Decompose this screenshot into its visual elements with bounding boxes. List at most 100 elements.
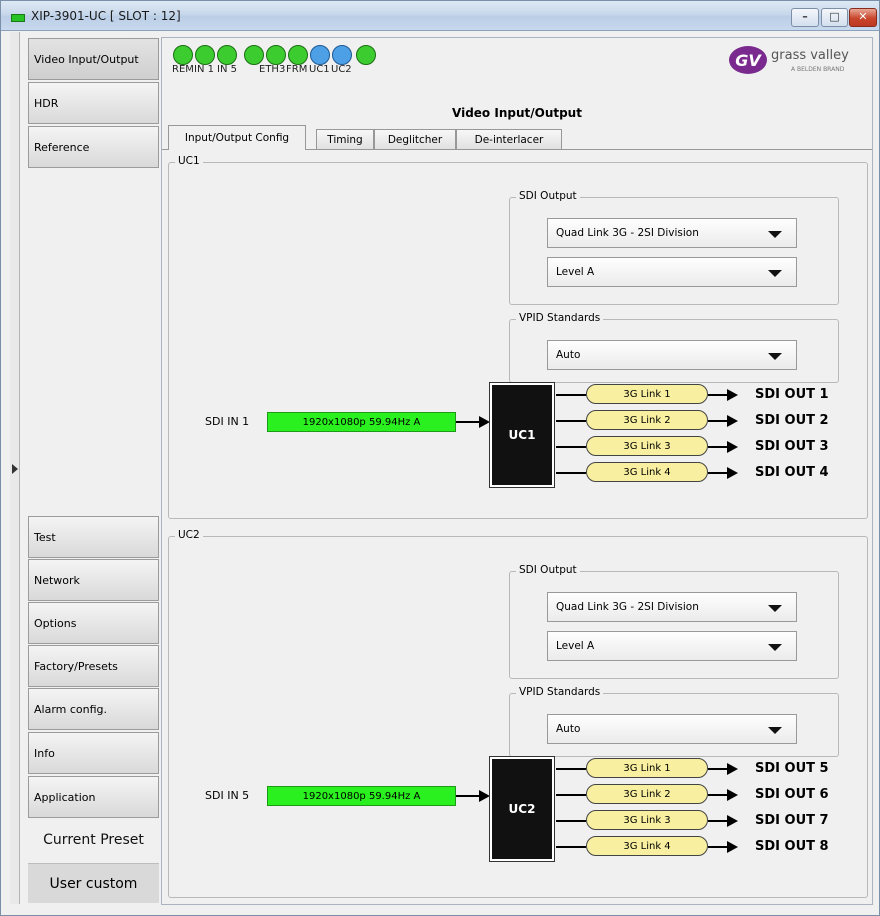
uc1-vpid-select[interactable]: Auto [547,340,797,370]
status-label-eth3: ETH3 [259,64,286,75]
sidebar-item-application[interactable]: Application [28,776,159,818]
uc1-sdi-output-select[interactable]: Quad Link 3G - 2SI Division [547,218,797,248]
arrow-right-icon [727,841,738,853]
arrow-right-icon [479,416,490,428]
app-icon [11,14,25,22]
select-value: Auto [556,349,581,361]
uc2-sdi-output-select[interactable]: Quad Link 3G - 2SI Division [547,592,797,622]
sidebar-item-alarm-config[interactable]: Alarm config. [28,688,159,730]
uc1-3g-link-2: 3G Link 2 [586,410,708,430]
maximize-icon: □ [829,10,840,23]
tab-label: Timing [327,133,363,146]
select-value: Level A [556,266,595,278]
uc1-3g-link-4: 3G Link 4 [586,462,708,482]
sidebar-item-test[interactable]: Test [28,516,159,558]
uc2-vpid-group: VPID Standards Auto [509,686,839,757]
status-label-in5: IN 5 [217,64,237,75]
link-connector [556,820,586,822]
chevron-down-icon [768,727,782,734]
uc2-3g-link-4: 3G Link 4 [586,836,708,856]
arrow-right-icon [727,441,738,453]
logo-subtext: A BELDEN BRAND [791,66,845,73]
eth3-status-icon[interactable] [266,45,286,65]
uc2-3g-link-3: 3G Link 3 [586,810,708,830]
arrow-right-icon [727,763,738,775]
link-connector [556,794,586,796]
sdi-out-7-label: SDI OUT 7 [755,813,829,828]
sidebar-item-label: Test [34,530,56,544]
sidebar-item-label: Video Input/Output [34,52,139,66]
status-label-in1: IN 1 [194,64,214,75]
arrow-right-icon [479,790,490,802]
status-label-frm: FRM [286,64,308,75]
current-preset-value: User custom [28,863,159,903]
sdi-out-1-label: SDI OUT 1 [755,387,829,402]
minimize-button[interactable]: – [791,8,819,27]
link-connector [708,768,728,770]
sidebar-item-hdr[interactable]: HDR [28,82,159,124]
uc2-vpid-select[interactable]: Auto [547,714,797,744]
tab-timing[interactable]: Timing [316,129,374,149]
plus-status-icon[interactable] [356,45,376,65]
uc1-block: UC1 [489,382,555,488]
arrow-right-icon [727,789,738,801]
link-connector [556,768,586,770]
link-connector [556,472,586,474]
uc2-level-select[interactable]: Level A [547,631,797,661]
sidebar-item-reference[interactable]: Reference [28,126,159,168]
status-icon-bar: REM IN 1 IN 5 ETH3 FRM UC1 UC2 GV grass … [162,38,872,96]
ctrl-status-icon[interactable] [173,45,193,65]
sidebar-item-options[interactable]: Options [28,602,159,644]
sdi-out-3-label: SDI OUT 3 [755,439,829,454]
grass-valley-logo: GV grass valley A BELDEN BRAND [729,46,865,74]
maximize-button[interactable]: □ [821,8,848,27]
sidebar-item-label: HDR [34,96,59,110]
uc1-level-select[interactable]: Level A [547,257,797,287]
sidebar-item-factory-presets[interactable]: Factory/Presets [28,645,159,687]
uc2-3g-link-1: 3G Link 1 [586,758,708,778]
sdi-in-1-signal-status: 1920x1080p 59.94Hz A [267,412,456,432]
link-connector [556,846,586,848]
gv-logo-mark: GV [729,46,767,74]
sdi-out-6-label: SDI OUT 6 [755,787,829,802]
uc1-vpid-group: VPID Standards Auto [509,312,839,383]
link-connector [556,446,586,448]
link-connector [708,394,728,396]
uc1-3g-link-1: 3G Link 1 [586,384,708,404]
uc1-group-label: UC1 [175,155,203,167]
tab-input-output-config[interactable]: Input/Output Config [168,125,306,150]
status-label-rem: REM [172,64,194,75]
sidebar-item-video-input-output[interactable]: Video Input/Output [28,38,159,80]
select-value: Quad Link 3G - 2SI Division [556,227,699,239]
select-value: Level A [556,640,595,652]
sidebar-item-label: Network [34,573,80,587]
close-button[interactable]: ✕ [849,8,877,27]
in5-status-icon[interactable] [217,45,237,65]
arrow-right-icon [727,467,738,479]
expand-arrow-icon[interactable] [12,464,18,474]
arrow-right-icon [727,815,738,827]
uc1-status-icon[interactable] [310,45,330,65]
frm-status-icon[interactable] [288,45,308,65]
link-connector [708,472,728,474]
sidebar-item-network[interactable]: Network [28,559,159,601]
status-label-uc1: UC1 [309,64,330,75]
sdi-out-5-label: SDI OUT 5 [755,761,829,776]
close-icon: ✕ [858,10,868,23]
tab-de-interlacer[interactable]: De-interlacer [456,129,562,149]
uc2-status-icon[interactable] [332,45,352,65]
sidebar-item-info[interactable]: Info [28,732,159,774]
select-value: Auto [556,723,581,735]
select-value: Quad Link 3G - 2SI Division [556,601,699,613]
chevron-down-icon [768,644,782,651]
in1-status-icon[interactable] [195,45,215,65]
ref-status-icon[interactable] [244,45,264,65]
main-panel: REM IN 1 IN 5 ETH3 FRM UC1 UC2 GV grass … [161,37,873,905]
link-connector [556,420,586,422]
tab-deglitcher[interactable]: Deglitcher [374,129,456,149]
sidebar-item-label: Options [34,616,77,630]
uc2-group: UC2 SDI Output Quad Link 3G - 2SI Divisi… [168,529,868,898]
sdi-in-1-label: SDI IN 1 [205,415,250,428]
arrow-right-icon [727,415,738,427]
collapse-strip[interactable] [10,32,20,904]
